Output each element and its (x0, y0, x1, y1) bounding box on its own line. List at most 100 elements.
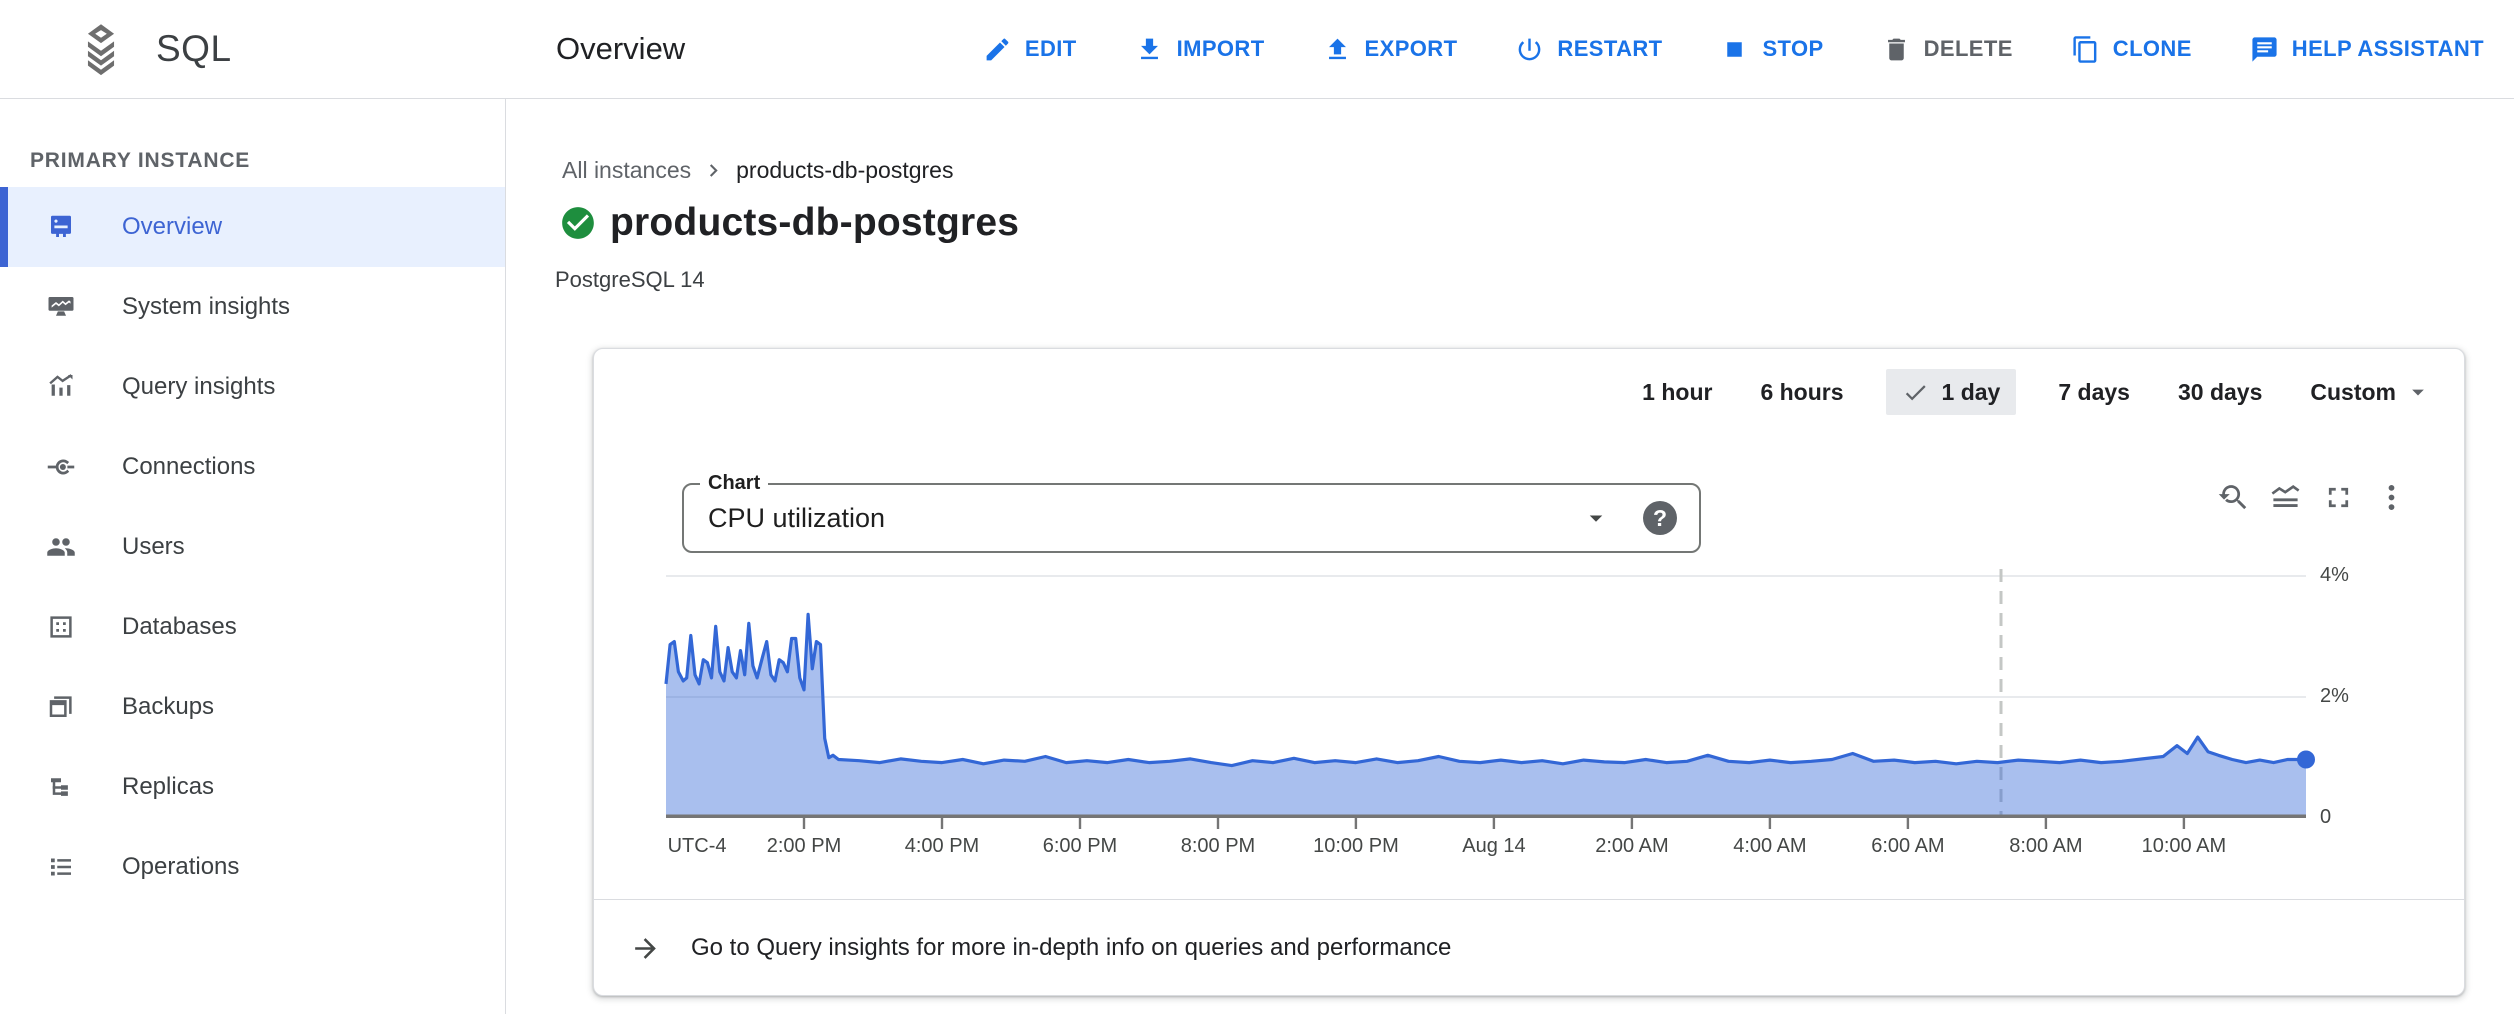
arrow-right-icon (630, 933, 661, 964)
breadcrumb: All instances products-db-postgres (562, 157, 953, 184)
x-axis-label: 8:00 PM (1181, 835, 1255, 858)
range-label: Custom (2310, 379, 2396, 406)
action-label: RESTART (1557, 36, 1662, 62)
range-custom[interactable]: Custom (2304, 369, 2438, 415)
restart-button[interactable]: RESTART (1515, 35, 1662, 64)
fullscreen-icon[interactable] (2322, 481, 2355, 514)
range-label: 7 days (2058, 379, 2130, 406)
range-30-days[interactable]: 30 days (2172, 369, 2268, 415)
latest-point (2297, 751, 2315, 769)
export-button[interactable]: EXPORT (1323, 35, 1458, 64)
x-axis-label: 2:00 PM (767, 835, 841, 858)
x-axis-label: 10:00 PM (1313, 835, 1399, 858)
main-content: All instances products-db-postgres produ… (507, 99, 2514, 1014)
query-insights-link-text: Go to Query insights for more in-depth i… (691, 934, 1451, 962)
sidebar-item-system-insights[interactable]: System insights (0, 267, 505, 347)
range-7-days[interactable]: 7 days (2052, 369, 2136, 415)
sidebar-item-label: Users (122, 533, 185, 561)
sidebar-nav: Overview System insights Query insights Con… (0, 187, 505, 907)
sidebar-item-operations[interactable]: Operations (0, 827, 505, 907)
delete-button[interactable]: DELETE (1882, 35, 2013, 64)
range-1-day[interactable]: 1 day (1886, 369, 2017, 415)
y-axis-label: 2% (2320, 683, 2349, 709)
x-axis-label: UTC-4 (668, 835, 727, 858)
dropdown-caret-icon (1581, 503, 1611, 533)
metrics-card: 1 hour 6 hours 1 day 7 days 30 days Custom Ch… (593, 348, 2465, 996)
edit-button[interactable]: EDIT (983, 35, 1077, 64)
breadcrumb-current: products-db-postgres (736, 157, 953, 184)
export-icon (1323, 35, 1352, 64)
help-assistant-button[interactable]: HELP ASSISTANT (2250, 35, 2484, 64)
clone-button[interactable]: CLONE (2071, 35, 2192, 64)
instance-title: products-db-postgres (610, 201, 1019, 245)
breadcrumb-all-instances-link[interactable]: All instances (562, 157, 691, 184)
sidebar-item-label: Connections (122, 453, 255, 481)
sidebar-item-replicas[interactable]: Replicas (0, 747, 505, 827)
databases-icon (46, 612, 76, 642)
chart-toolbar (2216, 481, 2408, 514)
query-insights-link[interactable]: Go to Query insights for more in-depth i… (594, 900, 2464, 996)
help-assistant-icon (2250, 35, 2279, 64)
system-insights-icon (46, 292, 76, 322)
sidebar-item-label: Databases (122, 613, 237, 641)
replicas-icon (46, 772, 76, 802)
range-label: 1 day (1942, 379, 2001, 406)
clone-icon (2071, 35, 2100, 64)
sidebar-item-connections[interactable]: Connections (0, 427, 505, 507)
x-axis-label: 8:00 AM (2009, 835, 2082, 858)
x-axis-label: 4:00 PM (905, 835, 979, 858)
sidebar-item-label: Overview (122, 213, 222, 241)
query-insights-icon (46, 372, 76, 402)
sidebar: PRIMARY INSTANCE Overview System insights… (0, 99, 506, 1014)
sidebar-item-databases[interactable]: Databases (0, 587, 505, 667)
checkmark-icon (1902, 379, 1942, 406)
range-label: 30 days (2178, 379, 2262, 406)
x-axis-label: 6:00 AM (1871, 835, 1944, 858)
more-vert-icon[interactable] (2375, 481, 2408, 514)
sidebar-item-label: Query insights (122, 373, 275, 401)
chart-select-value: CPU utilization (708, 485, 885, 551)
x-axis-label: Aug 14 (1462, 835, 1525, 858)
y-axis-label: 4% (2320, 562, 2349, 588)
time-range-selector: 1 hour 6 hours 1 day 7 days 30 days Custom (1636, 369, 2438, 415)
toolbar-actions: EDIT IMPORT EXPORT RESTART STOP DELETE CLONE HE… (983, 35, 2514, 64)
chevron-right-icon (701, 158, 726, 183)
range-1-hour[interactable]: 1 hour (1636, 369, 1718, 415)
overview-icon (46, 212, 76, 242)
sidebar-item-users[interactable]: Users (0, 507, 505, 587)
action-label: DELETE (1924, 36, 2013, 62)
sidebar-item-label: Operations (122, 853, 239, 881)
action-label: HELP ASSISTANT (2292, 36, 2484, 62)
action-label: EXPORT (1365, 36, 1458, 62)
sidebar-item-label: Backups (122, 693, 214, 721)
x-axis-label: 4:00 AM (1733, 835, 1806, 858)
sidebar-item-backups[interactable]: Backups (0, 667, 505, 747)
sidebar-item-label: System insights (122, 293, 290, 321)
action-label: STOP (1762, 36, 1823, 62)
product-name: SQL (156, 28, 232, 70)
caret-down-icon (2396, 378, 2432, 406)
action-label: IMPORT (1177, 36, 1265, 62)
backups-icon (46, 692, 76, 722)
sidebar-section-label: PRIMARY INSTANCE (30, 149, 505, 173)
import-button[interactable]: IMPORT (1135, 35, 1265, 64)
range-label: 1 hour (1642, 379, 1712, 406)
action-label: EDIT (1025, 36, 1077, 62)
cloud-sql-logo-icon (74, 22, 128, 76)
help-icon[interactable]: ? (1643, 501, 1677, 535)
sidebar-item-overview[interactable]: Overview (0, 187, 505, 267)
delete-icon (1882, 35, 1911, 64)
range-6-hours[interactable]: 6 hours (1754, 369, 1849, 415)
x-axis-label: 2:00 AM (1595, 835, 1668, 858)
y-axis-label: 0 (2320, 804, 2331, 830)
range-label: 6 hours (1760, 379, 1843, 406)
sidebar-item-query-insights[interactable]: Query insights (0, 347, 505, 427)
area-chart-icon[interactable] (2269, 481, 2302, 514)
status-check-circle-icon (559, 204, 597, 242)
x-axis-label: 10:00 AM (2142, 835, 2227, 858)
cpu-utilization-chart (666, 575, 2306, 817)
chart-metric-select[interactable]: Chart CPU utilization ? (682, 483, 1701, 553)
import-icon (1135, 35, 1164, 64)
stop-button[interactable]: STOP (1720, 35, 1823, 64)
zoom-reset-icon[interactable] (2216, 481, 2249, 514)
